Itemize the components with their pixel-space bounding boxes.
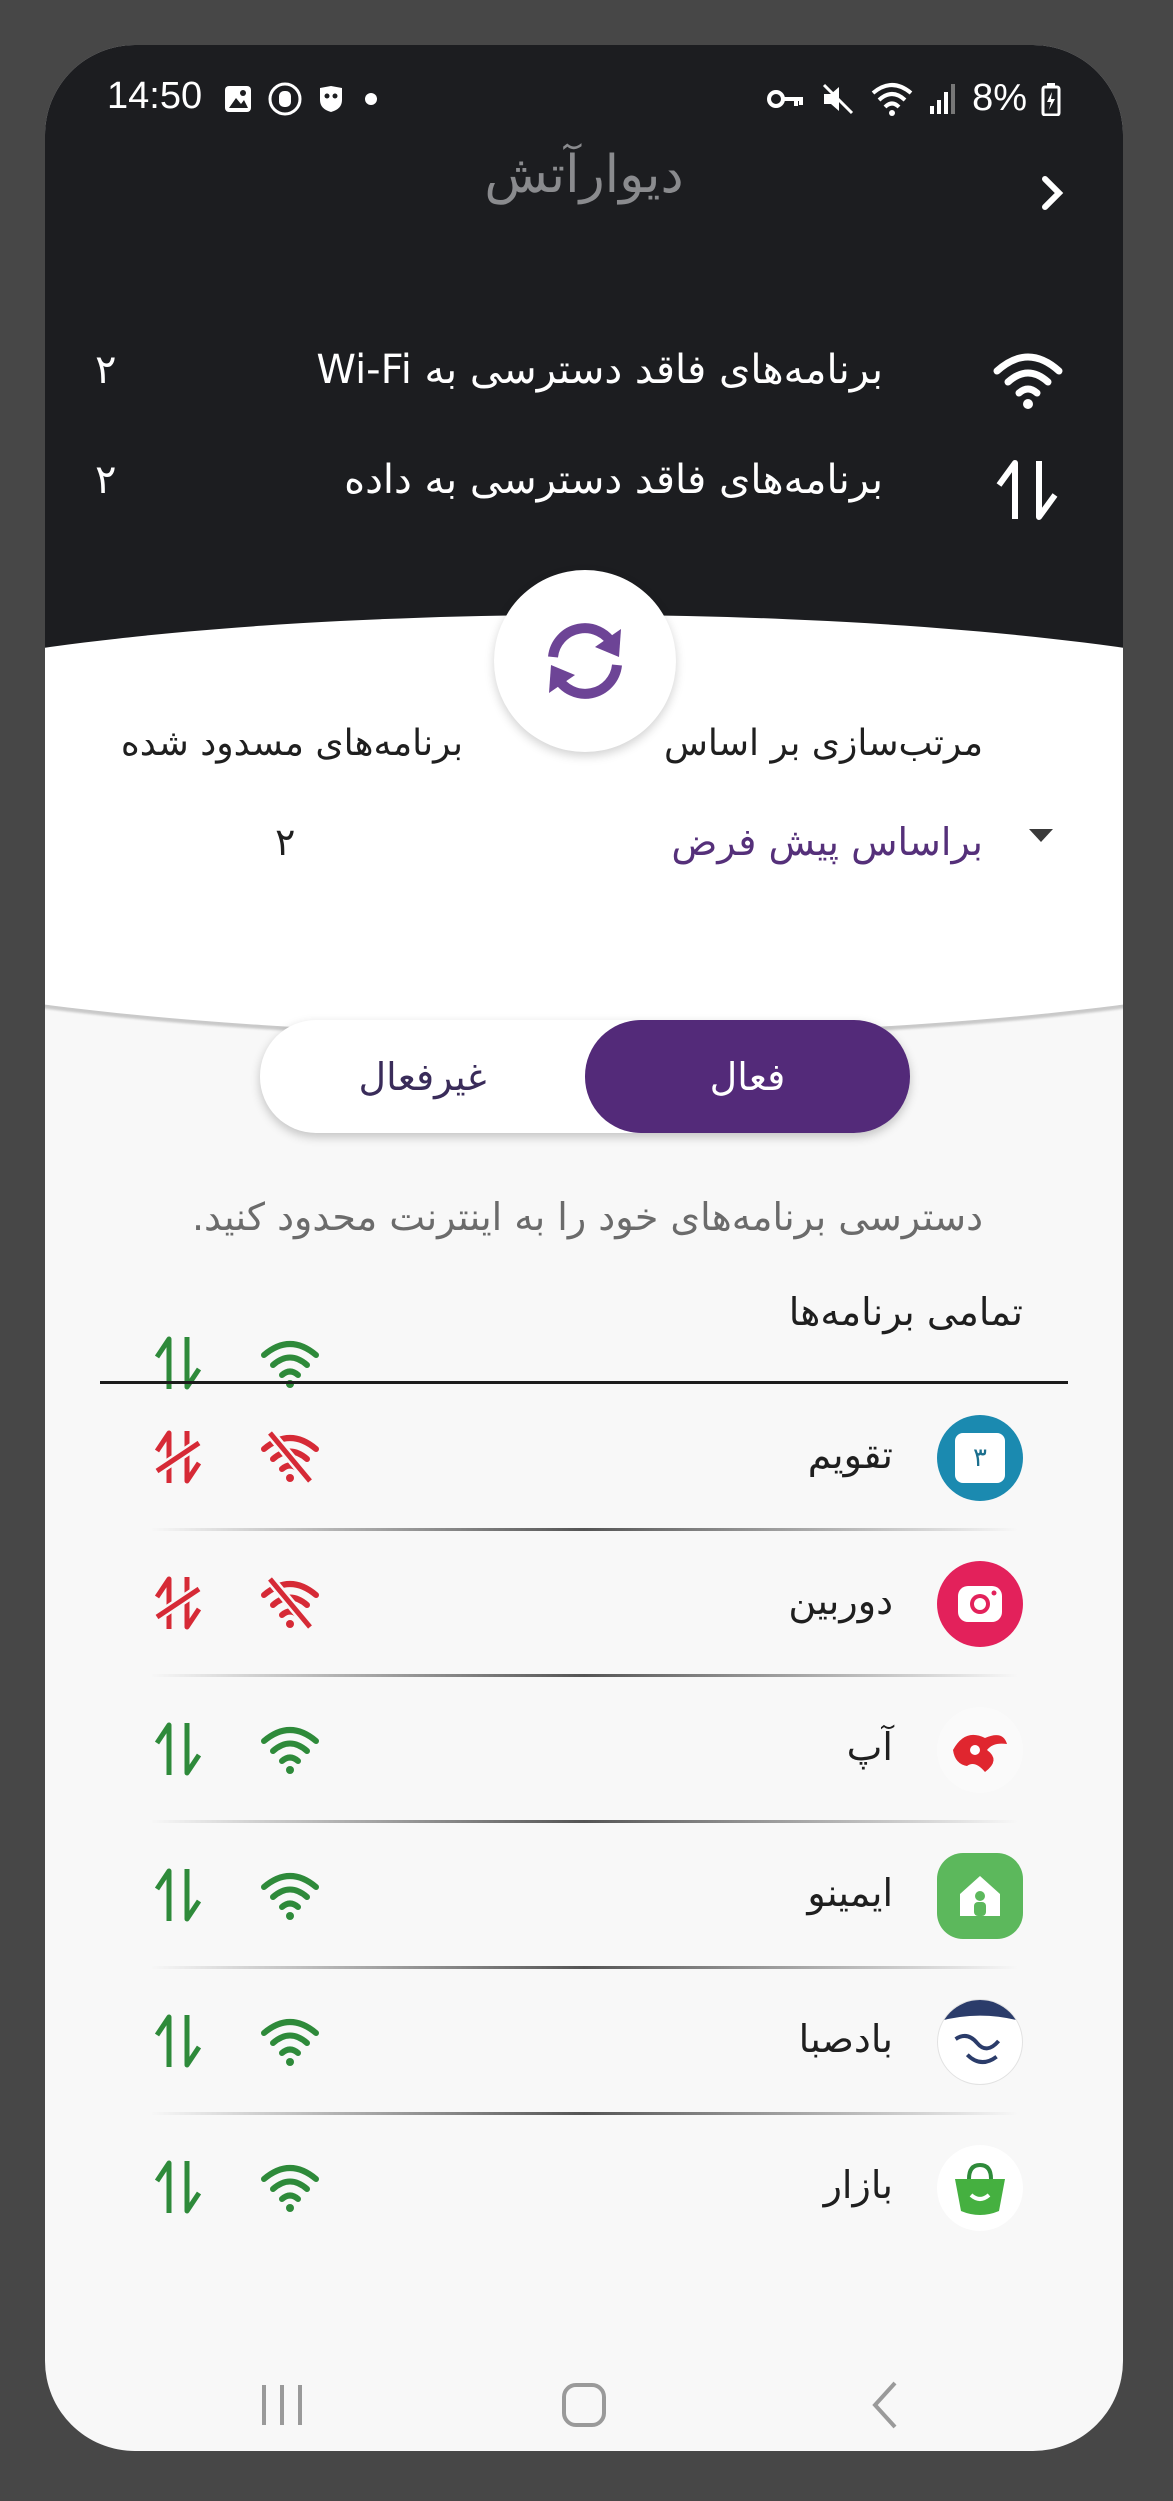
wifi-blocked-summary: برنامه‌های فاقد دسترسی به Wi-Fi ۲ <box>45 335 1123 415</box>
all-apps-label: تمامی برنامه‌ها <box>788 1290 1023 1334</box>
bag-glyph-icon <box>955 2162 1005 2215</box>
home-icon[interactable] <box>554 2375 614 2435</box>
chevron-right-icon <box>1042 176 1064 210</box>
list-item: دوربین <box>45 1531 1123 1677</box>
app-name: بادصبا <box>798 2017 893 2061</box>
wifi-allowed-icon[interactable] <box>260 1867 320 1923</box>
badesaba-logo-icon <box>937 1999 1023 2085</box>
status-time: 14:50 <box>107 75 203 117</box>
data-blocked-icon[interactable] <box>153 1571 203 1635</box>
list-item: آپ <box>45 1677 1123 1823</box>
refresh-icon <box>548 623 622 699</box>
battery-icon <box>1041 82 1061 116</box>
list-item: بادصبا <box>45 1969 1123 2115</box>
sort-dropdown-value[interactable]: براساس پیش فرض <box>671 820 983 864</box>
data-arrows-icon <box>996 460 1058 520</box>
sort-panel-bottom-curve <box>45 905 1123 1035</box>
hint-text: دسترسی برنامه‌های خود را به اینترنت محدو… <box>191 1195 983 1239</box>
wifi-status-icon <box>871 82 913 116</box>
system-nav-bar <box>45 2365 1123 2445</box>
shield-icon <box>320 86 342 112</box>
ap-logo-icon <box>937 1707 1023 1793</box>
list-item: بازار <box>45 2115 1123 2261</box>
data-allowed-icon[interactable] <box>153 2009 203 2073</box>
camera-icon <box>937 1561 1023 1647</box>
sort-label: مرتب‌سازی بر اساس <box>663 723 983 764</box>
wifi-blocked-icon[interactable] <box>260 1575 320 1631</box>
calendar-day: ۳ <box>955 1433 1005 1483</box>
wifi-blocked-icon[interactable] <box>260 1429 320 1485</box>
wifi-blocked-count: ۲ <box>95 347 117 393</box>
bazaar-bag-icon <box>937 2145 1023 2231</box>
battery-percent: 8% <box>972 77 1027 119</box>
data-allowed-icon[interactable] <box>153 2155 203 2219</box>
toggle-inactive[interactable]: غیرفعال <box>260 1020 585 1133</box>
header-divider <box>100 1381 1068 1384</box>
app-name: دوربین <box>788 1579 893 1623</box>
home-glyph-icon <box>960 1876 1000 1916</box>
refresh-button[interactable] <box>494 570 676 752</box>
whatsapp-icon <box>268 82 302 116</box>
page-title: دیوارآتش <box>484 145 684 205</box>
app-name: ایمینو <box>807 1871 893 1915</box>
list-item: ایمینو <box>45 1823 1123 1969</box>
toggle-active[interactable]: فعال <box>585 1020 910 1133</box>
data-blocked-summary: برنامه‌های فاقد دسترسی به داده ۲ <box>45 445 1123 525</box>
badesaba-glyph-icon <box>938 2000 1022 2064</box>
data-blocked-icon[interactable] <box>153 1425 203 1489</box>
calendar-icon: ۳ <box>937 1415 1023 1501</box>
list-item: ۳ تقویم <box>45 1385 1123 1531</box>
ap-glyph-icon <box>953 1734 1007 1772</box>
imino-home-icon <box>937 1853 1023 1939</box>
data-blocked-label: برنامه‌های فاقد دسترسی به داده <box>344 457 883 503</box>
camera-glyph-icon <box>958 1586 1002 1622</box>
dropdown-arrow-icon[interactable] <box>1029 829 1053 842</box>
firewall-toggle[interactable]: غیرفعال فعال <box>260 1020 910 1133</box>
data-blocked-count: ۲ <box>95 457 117 503</box>
wifi-icon <box>993 353 1063 409</box>
back-nav-icon[interactable] <box>857 2375 917 2435</box>
mute-icon <box>823 83 854 114</box>
app-name: آپ <box>846 1725 893 1769</box>
recents-icon[interactable] <box>252 2375 312 2435</box>
back-button[interactable] <box>1033 163 1073 223</box>
data-allowed-icon[interactable] <box>153 1863 203 1927</box>
app-name: بازار <box>823 2163 893 2207</box>
app-name: تقویم <box>807 1433 893 1477</box>
wifi-allowed-icon[interactable] <box>260 2013 320 2069</box>
blocked-apps-count: ۲ <box>275 820 296 864</box>
data-allowed-icon[interactable] <box>153 1717 203 1781</box>
dot-icon <box>365 93 377 105</box>
phone-screen: 14:50 8% دیوارآتش برنامه‌های فاقد دسترسی… <box>45 45 1123 2451</box>
gallery-icon <box>225 86 251 112</box>
blocked-apps-label: برنامه‌های مسدود شده <box>120 723 463 764</box>
signal-icon <box>930 83 956 114</box>
wifi-blocked-label: برنامه‌های فاقد دسترسی به Wi-Fi <box>316 347 883 393</box>
key-icon <box>767 89 804 108</box>
status-bar: 14:50 8% <box>45 75 1123 135</box>
wifi-allowed-icon[interactable] <box>260 1721 320 1777</box>
wifi-allowed-icon[interactable] <box>260 2159 320 2215</box>
